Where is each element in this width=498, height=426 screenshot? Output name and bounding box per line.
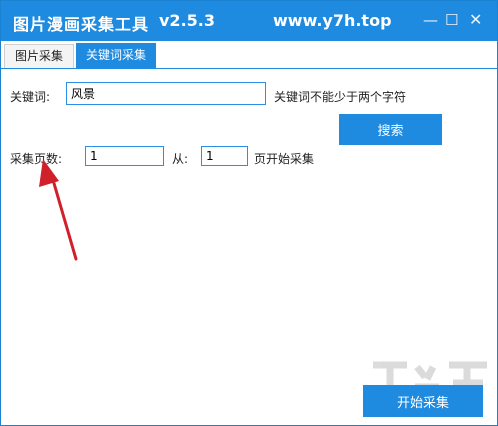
minimize-icon[interactable]: — — [423, 12, 438, 28]
app-version: v2.5.3 — [159, 11, 215, 30]
red-arrow-annotation — [39, 159, 78, 261]
keyword-hint: 关键词不能少于两个字符 — [274, 90, 407, 104]
from-label: 从: — [172, 152, 189, 166]
start-collect-button[interactable]: 开始采集 — [363, 385, 483, 417]
from-page-input[interactable] — [201, 146, 248, 166]
close-icon[interactable]: ✕ — [469, 12, 482, 28]
app-window: 图片漫画采集工具 v2.5.3 www.y7h.top — ☐ ✕ 图片采集 关… — [0, 0, 498, 426]
maximize-icon[interactable]: ☐ — [445, 12, 458, 28]
pages-suffix: 页开始采集 — [254, 152, 315, 166]
search-button[interactable]: 搜索 — [339, 114, 442, 145]
app-site: www.y7h.top — [273, 11, 392, 30]
